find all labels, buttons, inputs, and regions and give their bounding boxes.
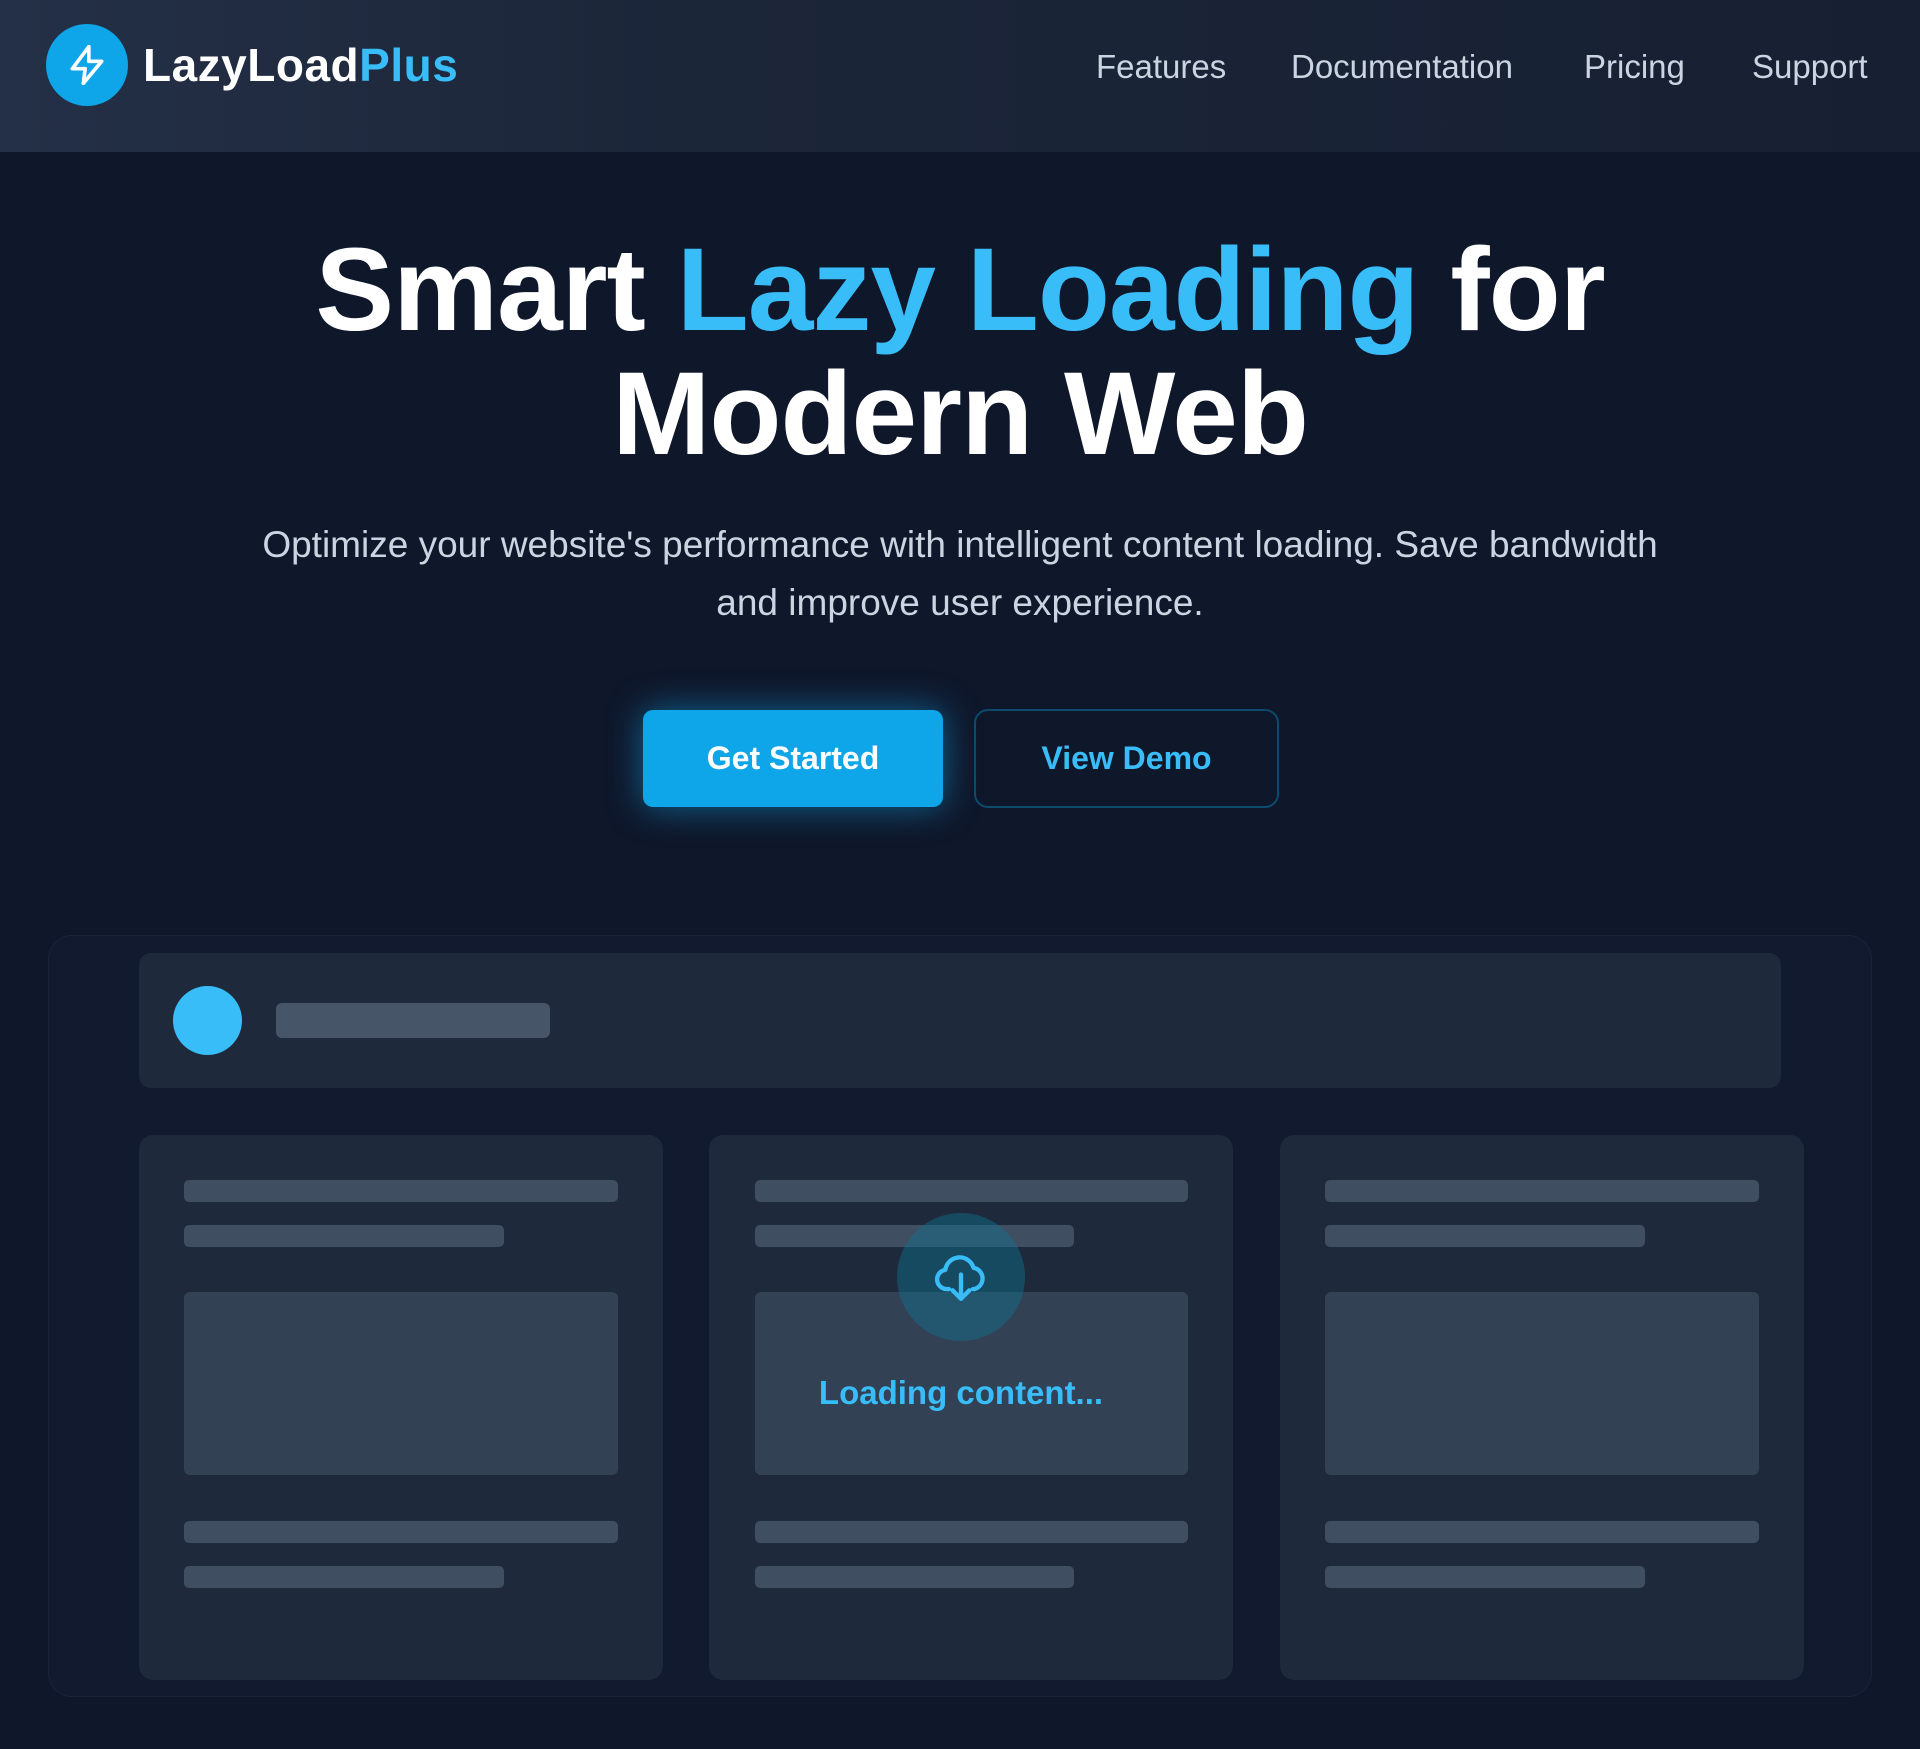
skeleton-line xyxy=(184,1566,504,1588)
brand-name-primary: LazyLoad xyxy=(143,39,360,91)
hero-subtitle: Optimize your website's performance with… xyxy=(262,524,1658,623)
nav-link-features[interactable]: Features xyxy=(1096,48,1226,86)
skeleton-line xyxy=(1325,1180,1759,1202)
lightning-bolt-icon xyxy=(70,44,104,86)
view-demo-button[interactable]: View Demo xyxy=(974,709,1279,808)
hero-title: Smart Lazy Loading for Modern Web xyxy=(0,228,1920,476)
skeleton-line xyxy=(755,1566,1074,1588)
hero-title-part1: Smart xyxy=(315,224,677,356)
nav-link-pricing[interactable]: Pricing xyxy=(1584,48,1685,86)
hero-title-accent: Lazy Loading xyxy=(676,224,1420,356)
brand-name-accent: Plus xyxy=(359,39,459,91)
skeleton-image-block xyxy=(1325,1292,1759,1475)
loading-indicator xyxy=(897,1213,1025,1341)
navbar: LazyLoadPlus Features Documentation Pric… xyxy=(0,0,1920,152)
logo-badge[interactable] xyxy=(46,24,128,106)
skeleton-line xyxy=(755,1180,1188,1202)
skeleton-line xyxy=(1325,1521,1759,1543)
skeleton-line xyxy=(1325,1225,1645,1247)
nav-link-support[interactable]: Support xyxy=(1752,48,1868,86)
get-started-button[interactable]: Get Started xyxy=(643,710,943,807)
cloud-download-icon xyxy=(934,1255,985,1301)
title-skeleton xyxy=(276,1003,550,1038)
avatar-skeleton xyxy=(173,986,242,1055)
skeleton-line xyxy=(755,1521,1188,1543)
loading-text: Loading content... xyxy=(818,1374,1104,1411)
skeleton-image-block xyxy=(184,1292,618,1475)
skeleton-line xyxy=(184,1225,504,1247)
skeleton-line xyxy=(1325,1566,1645,1588)
hero-title-part2: for xyxy=(1418,224,1605,356)
hero-title-line2: Modern Web xyxy=(612,348,1309,480)
nav-link-documentation[interactable]: Documentation xyxy=(1291,48,1513,86)
skeleton-line xyxy=(184,1521,618,1543)
brand-name[interactable]: LazyLoadPlus xyxy=(143,38,458,92)
skeleton-line xyxy=(184,1180,618,1202)
